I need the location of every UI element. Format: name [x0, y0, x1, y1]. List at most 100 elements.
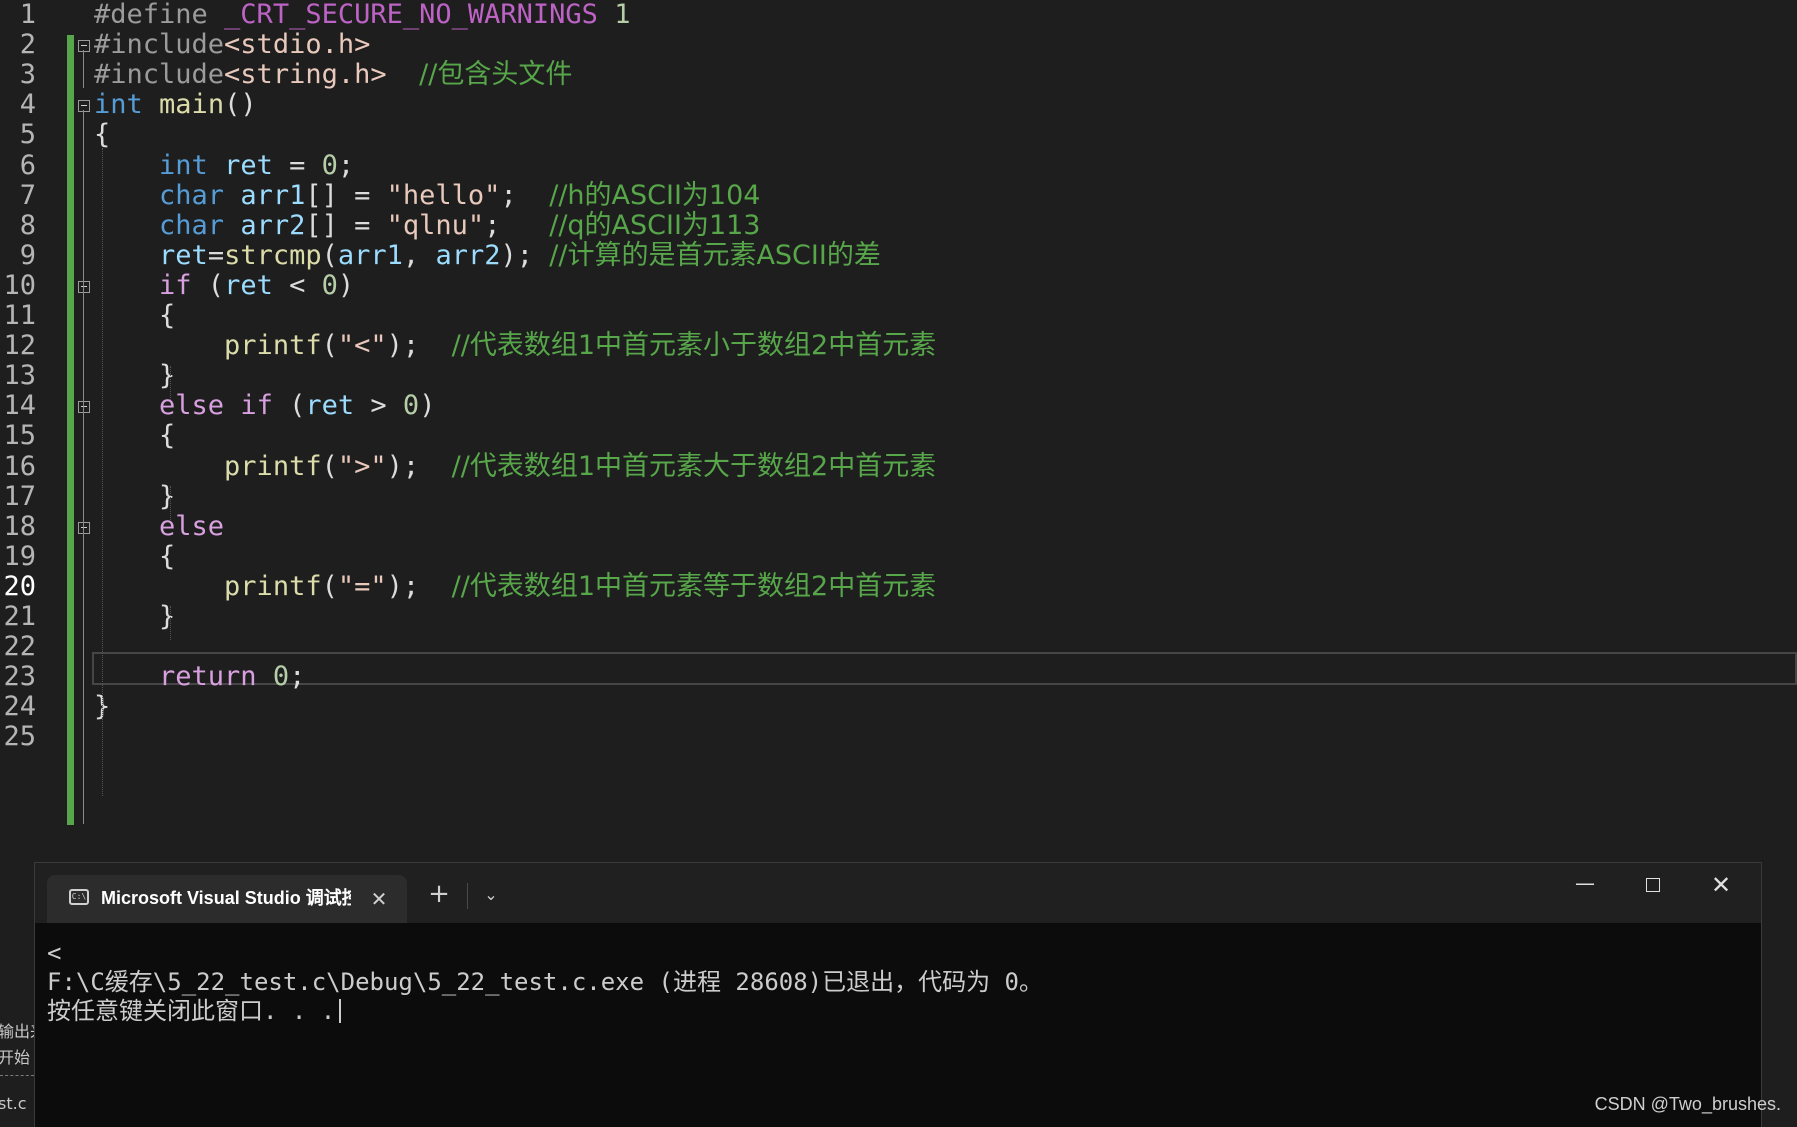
line-number: 19: [3, 540, 36, 572]
code-token: );: [500, 239, 550, 271]
line-number: 10: [3, 269, 36, 301]
code-token: =: [272, 149, 322, 181]
code-token: //包含头文件: [419, 59, 573, 91]
line-number: 5: [19, 119, 36, 151]
line-number: 21: [3, 601, 36, 632]
code-token: printf: [224, 330, 322, 362]
code-token: ;: [484, 209, 550, 241]
line-number: 18: [3, 510, 36, 542]
fold-toggle[interactable]: [78, 521, 90, 534]
output-divider: [0, 1075, 34, 1076]
line-number: 25: [3, 721, 36, 753]
console-tab[interactable]: C:\ Microsoft Visual Studio 调试控制台 ✕: [47, 875, 407, 923]
debug-console-window[interactable]: C:\ Microsoft Visual Studio 调试控制台 ✕ + ⌄ …: [34, 862, 1762, 1127]
output-panel-text: 输出来: [0, 1022, 34, 1041]
line-number: 14: [3, 390, 36, 422]
maximize-button[interactable]: [1619, 863, 1687, 907]
watermark: CSDN @Two_brushes.: [1594, 1094, 1781, 1114]
code-token: "<": [337, 330, 387, 362]
code-token: );: [386, 450, 452, 482]
code-token: else: [159, 390, 225, 422]
output-panel-text: 开始: [0, 1048, 31, 1067]
code-token: //代表数组1中首元素小于数组2中首元素: [451, 330, 937, 362]
code-token: //h的ASCII为104: [549, 179, 761, 211]
code-text: printf("="); //代表数组1中首元素等于数组2中首元素: [94, 570, 936, 604]
console-title-bar[interactable]: C:\ Microsoft Visual Studio 调试控制台 ✕ + ⌄ …: [35, 863, 1761, 923]
code-token: );: [386, 570, 452, 602]
console-output[interactable]: < F:\C缓存\5_22_test.c\Debug\5_22_test.c.ex…: [47, 939, 1043, 1026]
fold-toggle[interactable]: [78, 100, 90, 113]
tab-close-button[interactable]: ✕: [365, 885, 393, 913]
code-text: printf("<"); //代表数组1中首元素小于数组2中首元素: [94, 329, 936, 363]
line-number: 24: [3, 691, 36, 723]
chevron-down-icon[interactable]: ⌄: [475, 879, 507, 911]
code-text: {: [94, 540, 175, 574]
code-token: ret: [224, 149, 273, 181]
code-token: #include: [94, 29, 225, 61]
minimize-button[interactable]: —: [1551, 863, 1619, 907]
code-token: (: [321, 330, 338, 362]
code-token: char: [159, 179, 225, 211]
code-token: if: [159, 269, 192, 301]
fold-toggle[interactable]: [78, 401, 90, 414]
console-line: F:\C缓存\5_22_test.c\Debug\5_22_test.c.exe…: [47, 968, 1044, 996]
code-token: {: [94, 119, 111, 151]
tab-separator: [467, 883, 468, 909]
code-token: ret: [224, 269, 273, 301]
code-text: #include<stdio.h>: [94, 28, 370, 62]
code-token: 0: [321, 269, 338, 301]
code-token: <stdio.h>: [224, 29, 371, 61]
line-number: 6: [19, 149, 36, 181]
code-token: }: [94, 601, 176, 632]
text-cursor: [339, 999, 342, 1023]
output-panel-text: st.c: [0, 1094, 27, 1113]
code-token: 1: [614, 0, 631, 30]
code-token: printf: [224, 450, 322, 482]
code-token: #define: [94, 0, 225, 30]
background-output-panel: 输出来 开始 st.c: [0, 1010, 34, 1127]
code-token: {: [94, 420, 176, 452]
code-token: arr2: [240, 209, 306, 241]
console-line-text: 按任意键关闭此窗口. . .: [47, 997, 336, 1025]
code-token: arr1: [240, 179, 306, 211]
line-number: 3: [19, 59, 36, 91]
indent-guide: [102, 148, 103, 796]
code-token: (: [321, 450, 338, 482]
code-text: }: [94, 359, 175, 393]
line-number: 7: [19, 179, 36, 211]
code-text: printf(">"); //代表数组1中首元素大于数组2中首元素: [94, 450, 936, 484]
code-text: #include<string.h> //包含头文件: [94, 58, 572, 92]
code-text: char arr1[] = "hello"; //h的ASCII为104: [94, 179, 760, 213]
code-token: //代表数组1中首元素大于数组2中首元素: [451, 450, 937, 482]
line-number: 11: [3, 300, 36, 331]
code-token: return: [159, 661, 257, 693]
code-token: 0: [272, 661, 290, 693]
new-tab-button[interactable]: +: [423, 879, 455, 911]
code-token: ;: [500, 179, 550, 211]
code-token: _CRT_SECURE_NO_WARNINGS: [224, 0, 598, 30]
fold-toggle[interactable]: [78, 40, 90, 53]
close-window-button[interactable]: ✕: [1687, 863, 1755, 907]
code-token: }: [94, 360, 176, 392]
code-line[interactable]: 25: [0, 720, 1797, 754]
code-token: #include: [94, 59, 225, 91]
code-text: return 0;: [94, 660, 305, 694]
code-token: if: [240, 390, 273, 422]
code-token: arr1: [337, 239, 403, 271]
code-text: }: [94, 480, 175, 514]
line-number: 12: [3, 330, 36, 362]
code-text: else: [94, 510, 224, 544]
code-editor[interactable]: 1 #define _CRT_SECURE_NO_WARNINGS 1 2 #incl…: [0, 0, 1797, 870]
fold-toggle[interactable]: [78, 280, 90, 293]
code-token: ;: [337, 149, 355, 181]
code-token: //q的ASCII为113: [549, 209, 761, 241]
code-token: <: [272, 269, 322, 301]
code-token: strcmp: [224, 239, 322, 271]
code-token: //代表数组1中首元素等于数组2中首元素: [451, 570, 937, 602]
line-number: 13: [3, 360, 36, 392]
